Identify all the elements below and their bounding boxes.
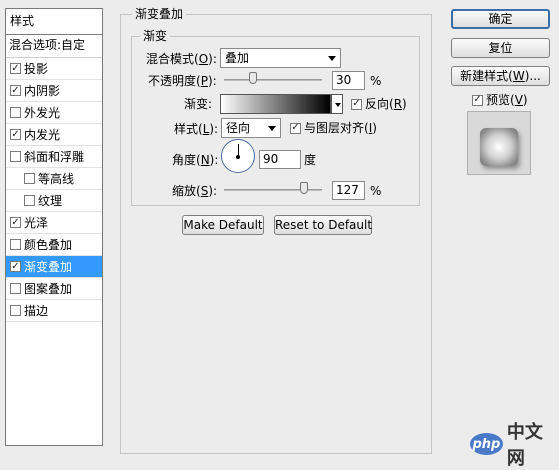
style-item-pattern-overlay[interactable]: 图案叠加 (6, 278, 102, 300)
angle-dial[interactable] (221, 139, 255, 173)
opacity-unit: % (370, 74, 382, 88)
styles-panel: 样式 混合选项:自定 ✓ 投影 ✓ 内阴影 外发光 ✓ 内发光 斜面和浮雕 等高… (5, 8, 103, 446)
bevel-emboss-checkbox[interactable] (10, 151, 21, 162)
contour-checkbox[interactable] (24, 173, 35, 184)
scale-slider-thumb[interactable] (300, 182, 308, 194)
style-preview (467, 111, 531, 175)
styles-header: 样式 (6, 9, 102, 35)
opacity-slider-thumb[interactable] (249, 72, 257, 84)
style-item-inner-glow[interactable]: ✓ 内发光 (6, 124, 102, 146)
align-with-layer-checkbox[interactable]: ✓ (290, 122, 301, 134)
stroke-checkbox[interactable] (10, 305, 21, 316)
angle-unit: 度 (304, 153, 317, 167)
style-item-label: 渐变叠加 (24, 260, 73, 274)
php-logo: php (470, 433, 503, 455)
satin-checkbox[interactable]: ✓ (10, 217, 21, 228)
drop-shadow-checkbox[interactable]: ✓ (10, 63, 21, 74)
style-item-label: 内发光 (24, 128, 61, 142)
gradient-label: 渐变: (184, 97, 213, 111)
style-item-inner-shadow[interactable]: ✓ 内阴影 (6, 80, 102, 102)
style-item-gradient-overlay[interactable]: ✓ 渐变叠加 (6, 256, 102, 278)
align-with-layer-row[interactable]: ✓ 与图层对齐(I) (290, 120, 377, 136)
opacity-input[interactable]: 30 (332, 71, 365, 90)
style-item-label: 纹理 (38, 194, 63, 208)
watermark: php 中文网 (470, 418, 559, 470)
gradient-style-value: 径向 (226, 121, 251, 135)
color-overlay-checkbox[interactable] (10, 239, 21, 250)
preview-label: 预览( (486, 93, 515, 107)
new-style-key: W (512, 69, 525, 83)
inner-shadow-checkbox[interactable]: ✓ (10, 85, 21, 96)
style-item-label: 等高线 (38, 172, 75, 186)
new-style-label: 新建样式( (460, 69, 513, 83)
new-style-suffix: )... (524, 69, 541, 83)
style-item-label: 光泽 (24, 216, 49, 230)
scale-input[interactable]: 127 (332, 181, 365, 200)
preview-checkbox[interactable]: ✓ (472, 94, 483, 106)
chevron-down-icon (268, 126, 276, 131)
reverse-label-suffix: ) (402, 97, 407, 111)
angle-label: 角度(N): (172, 153, 219, 167)
style-item-stroke[interactable]: 描边 (6, 300, 102, 322)
align-label: 与图层对齐( (304, 121, 369, 135)
make-default-button[interactable]: Make Default (182, 215, 264, 235)
style-item-texture[interactable]: 纹理 (6, 190, 102, 212)
style-item-contour[interactable]: 等高线 (6, 168, 102, 190)
pattern-overlay-checkbox[interactable] (10, 283, 21, 294)
preview-label-suffix: ) (522, 93, 528, 107)
blend-mode-value: 叠加 (225, 51, 250, 65)
style-item-satin[interactable]: ✓ 光泽 (6, 212, 102, 234)
watermark-text: 中文网 (506, 422, 543, 469)
reverse-key: R (393, 97, 403, 111)
align-label-suffix: ) (372, 121, 377, 135)
reverse-checkbox[interactable]: ✓ (351, 98, 362, 110)
style-item-label: 斜面和浮雕 (24, 150, 85, 164)
preview-swatch (480, 128, 518, 166)
style-item-label: 描边 (24, 304, 49, 318)
scale-unit: % (370, 184, 382, 198)
style-item-bevel-emboss[interactable]: 斜面和浮雕 (6, 146, 102, 168)
texture-checkbox[interactable] (24, 195, 35, 206)
style-item-drop-shadow[interactable]: ✓ 投影 (6, 58, 102, 80)
gradient-style-select[interactable]: 径向 (221, 118, 281, 138)
reverse-checkbox-row[interactable]: ✓ 反向(R) (351, 96, 407, 112)
gradient-overlay-group-title: 渐变叠加 (132, 7, 187, 21)
style-item-label: 外发光 (24, 106, 61, 120)
blend-mode-select[interactable]: 叠加 (220, 48, 341, 68)
blend-mode-label: 混合模式(O): (146, 52, 217, 66)
style-item-label: 图案叠加 (24, 282, 73, 296)
gradient-dropdown[interactable] (331, 94, 343, 114)
ok-button[interactable]: 确定 (451, 9, 550, 29)
angle-center-dot (236, 155, 240, 159)
gradient-picker[interactable] (220, 94, 331, 114)
preview-checkbox-row[interactable]: ✓ 预览(V) (472, 92, 528, 108)
style-item-outer-glow[interactable]: 外发光 (6, 102, 102, 124)
chevron-down-icon (328, 56, 336, 61)
chevron-down-icon (335, 103, 341, 107)
opacity-label: 不透明度(P): (148, 74, 217, 88)
blending-options-item[interactable]: 混合选项:自定 (6, 35, 102, 58)
inner-glow-checkbox[interactable]: ✓ (10, 129, 21, 140)
gradient-subgroup-title: 渐变 (140, 29, 171, 43)
angle-input[interactable]: 90 (259, 150, 301, 169)
reset-button[interactable]: 复位 (451, 38, 550, 58)
preview-key: V (514, 93, 523, 107)
gradient-overlay-checkbox[interactable]: ✓ (10, 261, 21, 272)
new-style-button[interactable]: 新建样式(W)... (451, 66, 550, 86)
style-item-label: 颜色叠加 (24, 238, 73, 252)
outer-glow-checkbox[interactable] (10, 107, 21, 118)
reverse-label: 反向( (365, 97, 394, 111)
style-item-label: 投影 (24, 62, 49, 76)
style-item-color-overlay[interactable]: 颜色叠加 (6, 234, 102, 256)
opacity-slider-track[interactable] (224, 79, 322, 81)
reset-to-default-button[interactable]: Reset to Default (274, 215, 372, 235)
scale-label: 缩放(S): (172, 184, 218, 198)
style-item-label: 内阴影 (24, 84, 61, 98)
style-label: 样式(L): (174, 122, 219, 136)
